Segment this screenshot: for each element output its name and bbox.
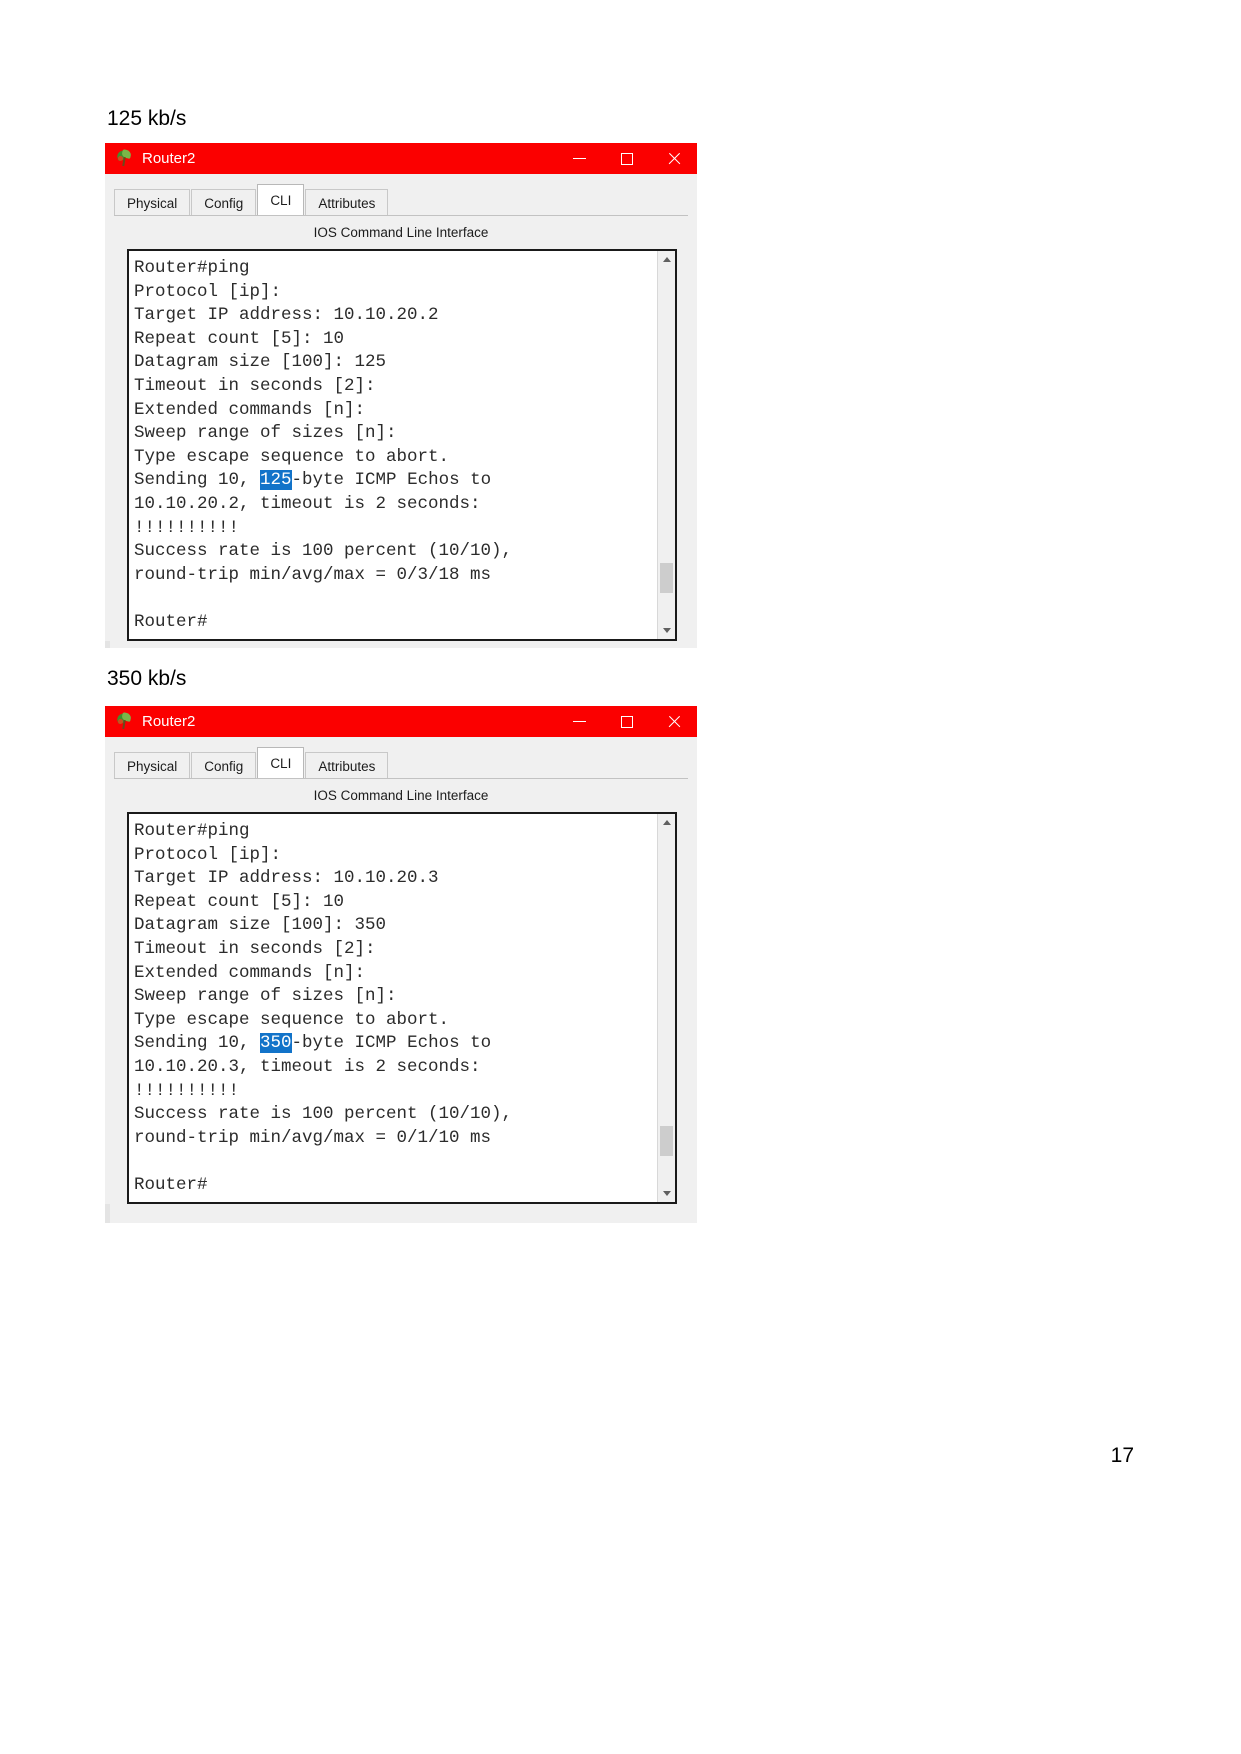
scrollbar-thumb[interactable] [660, 1126, 673, 1156]
scroll-up-button[interactable] [658, 814, 675, 831]
terminal-line: Type escape sequence to abort. [134, 1009, 450, 1030]
panel-title: IOS Command Line Interface [313, 225, 489, 240]
packet-tracer-logo-icon [115, 712, 133, 730]
cli-output[interactable]: Router#ping Protocol [ip]: Target IP addre… [129, 814, 657, 1202]
cli-output[interactable]: Router#ping Protocol [ip]: Target IP addre… [129, 251, 657, 639]
scroll-down-button[interactable] [658, 1184, 675, 1202]
terminal-line: !!!!!!!!!! [134, 517, 240, 538]
maximize-button[interactable] [603, 143, 650, 174]
terminal-line: Router#ping [134, 258, 250, 278]
terminal-line: Sweep range of sizes [n]: [134, 986, 397, 1007]
close-icon [667, 152, 681, 166]
minimize-icon [573, 158, 586, 159]
window-body: Physical Config CLI Attributes IOS Comma… [105, 737, 697, 1204]
chevron-down-icon [662, 1190, 671, 1196]
selected-text: 350 [260, 1033, 292, 1054]
caption-bandwidth-125: 125 kb/s [107, 107, 187, 130]
terminal-line: Router#ping [134, 821, 250, 841]
router2-window-2: Router2 Physical Config CLI Attributes I… [105, 706, 697, 1223]
selected-text: 125 [260, 470, 292, 491]
panel-title: IOS Command Line Interface [313, 788, 489, 803]
document-page: 125 kb/s Router2 Physical Config CLI Att… [0, 0, 1241, 1754]
terminal-line: Target IP address: 10.10.20.2 [134, 305, 439, 326]
minimize-button[interactable] [556, 143, 603, 174]
terminal-line: Datagram size [100]: 125 [134, 352, 387, 373]
terminal-line: Success rate is 100 percent (10/10), [134, 541, 513, 562]
minimize-icon [573, 721, 586, 722]
terminal-line: Target IP address: 10.10.20.3 [134, 868, 439, 889]
title-bar[interactable]: Router2 [105, 143, 697, 174]
terminal-container: Router#ping Protocol [ip]: Target IP addre… [127, 812, 677, 1204]
maximize-icon [620, 152, 633, 165]
tab-strip: Physical Config CLI Attributes [105, 737, 697, 780]
maximize-button[interactable] [603, 706, 650, 737]
terminal-line: Timeout in seconds [2]: [134, 375, 376, 396]
close-icon [667, 715, 681, 729]
window-title: Router2 [142, 150, 196, 167]
terminal-line: Protocol [ip]: [134, 281, 282, 302]
title-bar[interactable]: Router2 [105, 706, 697, 737]
terminal-line: Timeout in seconds [2]: [134, 938, 376, 959]
window-controls [556, 143, 697, 174]
tab-attributes[interactable]: Attributes [305, 189, 389, 217]
chevron-up-icon [662, 820, 671, 825]
terminal-scrollbar[interactable] [657, 814, 675, 1202]
terminal-line: Sending 10, 125-byte ICMP Echos to [134, 470, 492, 491]
minimize-button[interactable] [556, 706, 603, 737]
terminal-line: 10.10.20.3, timeout is 2 seconds: [134, 1056, 481, 1077]
packet-tracer-logo-icon [115, 149, 133, 167]
router2-window-1: Router2 Physical Config CLI Attributes I… [105, 143, 697, 648]
scroll-up-button[interactable] [658, 251, 675, 268]
cli-panel: IOS Command Line Interface Router#ping Pr… [114, 778, 688, 1204]
scroll-down-button[interactable] [658, 621, 675, 639]
close-button[interactable] [650, 143, 697, 174]
terminal-line: Router# [134, 611, 208, 632]
terminal-line: Sweep range of sizes [n]: [134, 423, 397, 444]
tab-attributes[interactable]: Attributes [305, 752, 389, 780]
caption-bandwidth-350: 350 kb/s [107, 667, 187, 690]
terminal-line: Router# [134, 1174, 208, 1195]
terminal-line: Success rate is 100 percent (10/10), [134, 1104, 513, 1125]
tab-physical[interactable]: Physical [114, 189, 191, 217]
terminal-line: Repeat count [5]: 10 [134, 328, 345, 349]
maximize-icon [620, 715, 633, 728]
terminal-line: Sending 10, 350-byte ICMP Echos to [134, 1033, 492, 1054]
terminal-line: Extended commands [n]: [134, 962, 366, 983]
tab-strip: Physical Config CLI Attributes [105, 174, 697, 217]
terminal-line: Type escape sequence to abort. [134, 446, 450, 467]
terminal-line: round-trip min/avg/max = 0/3/18 ms [134, 564, 492, 585]
terminal-scrollbar[interactable] [657, 251, 675, 639]
window-title: Router2 [142, 713, 196, 730]
tab-config[interactable]: Config [191, 752, 257, 780]
tab-config[interactable]: Config [191, 189, 257, 217]
chevron-up-icon [662, 257, 671, 262]
window-controls [556, 706, 697, 737]
terminal-line: Repeat count [5]: 10 [134, 891, 345, 912]
tab-cli[interactable]: CLI [257, 747, 305, 778]
terminal-line: Extended commands [n]: [134, 399, 366, 420]
page-number: 17 [1110, 1444, 1134, 1467]
terminal-line: 10.10.20.2, timeout is 2 seconds: [134, 493, 481, 514]
close-button[interactable] [650, 706, 697, 737]
terminal-line: Protocol [ip]: [134, 844, 282, 865]
terminal-line: round-trip min/avg/max = 0/1/10 ms [134, 1127, 492, 1148]
window-body: Physical Config CLI Attributes IOS Comma… [105, 174, 697, 641]
cli-panel: IOS Command Line Interface Router#ping Pr… [114, 215, 688, 641]
terminal-line: !!!!!!!!!! [134, 1080, 240, 1101]
chevron-down-icon [662, 627, 671, 633]
tab-physical[interactable]: Physical [114, 752, 191, 780]
scrollbar-thumb[interactable] [660, 563, 673, 593]
terminal-container: Router#ping Protocol [ip]: Target IP addre… [127, 249, 677, 641]
tab-cli[interactable]: CLI [257, 184, 305, 215]
terminal-line: Datagram size [100]: 350 [134, 915, 387, 936]
